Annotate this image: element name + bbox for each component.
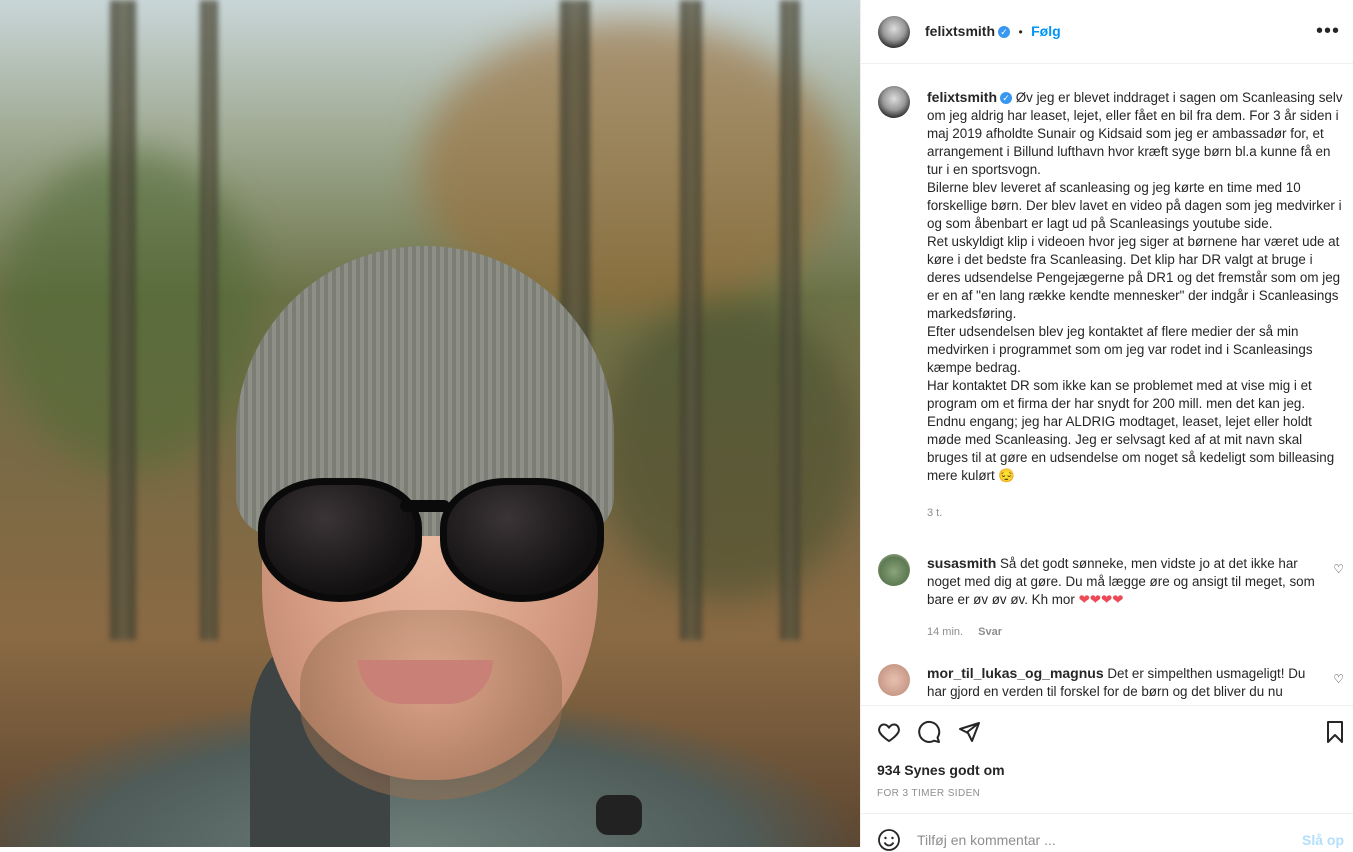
separator-dot: • [1018,25,1023,39]
like-comment-heart-icon[interactable]: ♡ [1333,562,1344,576]
comment-item: mor_til_lukas_og_magnus Det er simpelthe… [927,664,1317,701]
author-avatar[interactable] [878,16,910,48]
caption-paragraph: Ret uskyldigt klip i videoen hvor jeg si… [927,234,1341,321]
caption-paragraph: Bilerne blev leveret af scanleasing og j… [927,180,1342,231]
comment-time[interactable]: 14 min. [927,626,963,638]
foliage [600,300,860,600]
post-comment-button[interactable]: Slå op [1302,832,1344,848]
share-icon[interactable] [957,720,981,744]
caption-paragraph: Efter udsendelsen blev jeg kontaktet af … [927,324,1313,375]
tree-trunk [110,0,136,640]
like-heart-icon[interactable] [877,720,901,744]
post-sidebar: felixtsmith ✓ • Følg ••• felixtsmith ✓ Øv … [860,0,1353,851]
tree-trunk [780,0,800,640]
verified-badge-icon: ✓ [998,26,1011,38]
sunglasses-left-lens [258,478,422,602]
reply-button[interactable]: Svar [978,626,1002,638]
comment-avatar[interactable] [878,664,910,696]
post-header: felixtsmith ✓ • Følg ••• [861,0,1353,64]
author-info: felixtsmith ✓ • Følg [925,23,1061,41]
caption-paragraph: Har kontaktet DR som ikke kan se problem… [927,378,1335,483]
post-photo [0,0,860,847]
comment-meta: 14 min. Svar [927,623,1317,641]
tree-trunk [200,0,218,640]
author-username[interactable]: felixtsmith [925,23,995,39]
sunglasses-bridge [400,500,450,512]
emoji-icon[interactable] [877,828,901,852]
comment-username[interactable]: mor_til_lukas_og_magnus [927,665,1104,681]
beard [300,610,562,800]
follow-button[interactable]: Følg [1031,23,1061,39]
save-bookmark-icon[interactable] [1323,720,1347,744]
caption-username[interactable]: felixtsmith [927,89,997,105]
comment-avatar[interactable] [878,554,910,586]
caption-avatar[interactable] [878,86,910,118]
heart-emoji: ❤❤❤❤ [1078,592,1124,607]
post-timestamp: FOR 3 TIMER SIDEN [877,788,981,799]
post-caption: felixtsmith ✓ Øv jeg er blevet inddraget … [927,88,1345,522]
like-comment-heart-icon[interactable]: ♡ [1333,672,1344,686]
add-comment-bar: Tilføj en kommentar ... Slå op [861,813,1353,851]
likes-count[interactable]: 934 Synes godt om [877,762,1005,778]
tree-trunk [680,0,702,640]
caption-timestamp[interactable]: 3 t. [927,507,942,519]
comment-input[interactable]: Tilføj en kommentar ... [917,832,1056,848]
comments-scroll-area[interactable]: felixtsmith ✓ Øv jeg er blevet inddraget … [861,64,1353,704]
comment-icon[interactable] [917,720,941,744]
comment-item: susasmith Så det godt sønneke, men vidst… [927,554,1317,641]
jacket-toggle [596,795,642,835]
comment-username[interactable]: susasmith [927,555,996,571]
sunglasses-right-lens [440,478,604,602]
verified-badge-icon: ✓ [1000,92,1013,104]
post-actions: 934 Synes godt om FOR 3 TIMER SIDEN [861,705,1353,814]
more-options-icon[interactable]: ••• [1316,20,1340,43]
